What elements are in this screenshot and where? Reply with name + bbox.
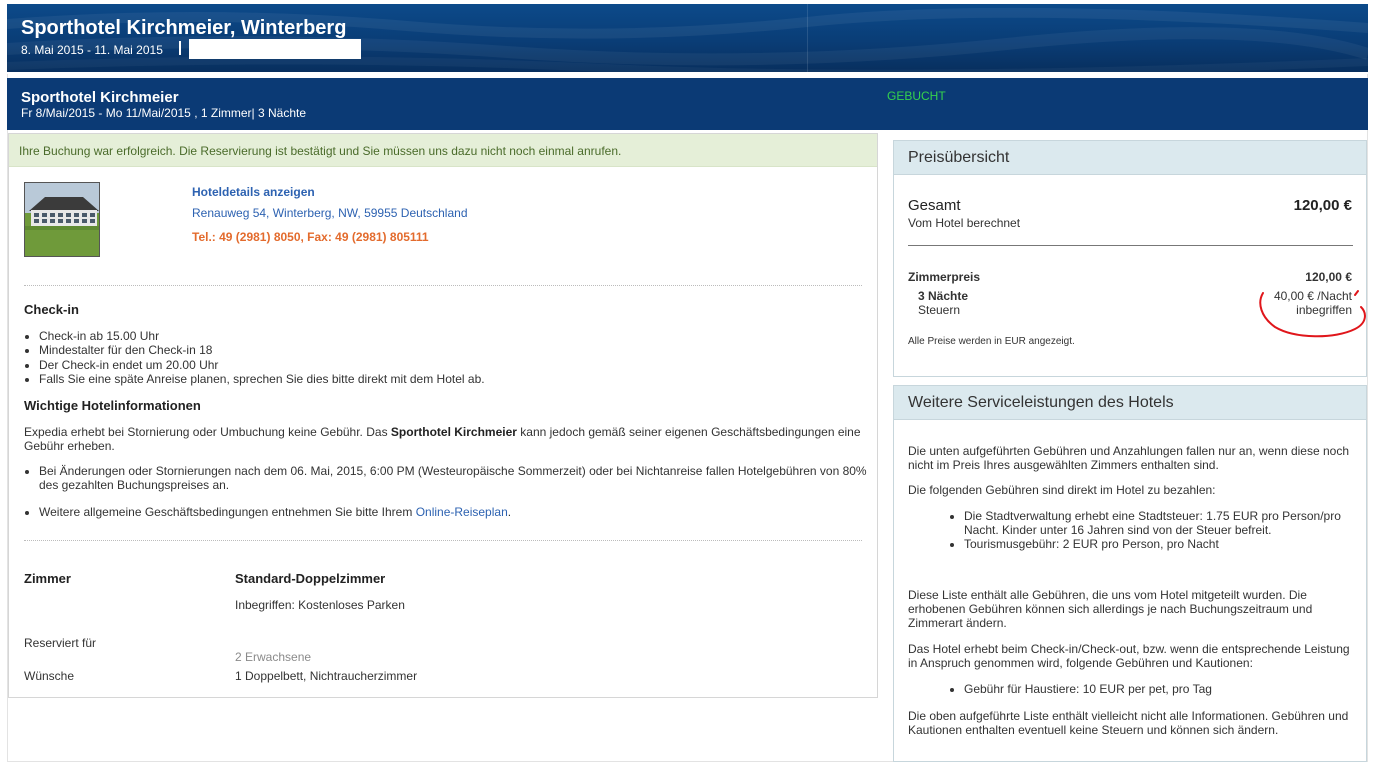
terms-period: . bbox=[507, 505, 512, 519]
hotel-photo bbox=[24, 182, 100, 257]
services-deposits-intro: Das Hotel erhebt beim Check-in/Check-out… bbox=[908, 642, 1350, 670]
reserved-for-label: Reserviert für bbox=[24, 636, 97, 650]
total-price: 120,00 € bbox=[1293, 197, 1352, 214]
checkin-list: Check-in ab 15.00 Uhr Mindestalter für d… bbox=[39, 329, 859, 386]
currency-note: Alle Preise werden in EUR angezeigt. bbox=[908, 336, 1075, 347]
divider bbox=[24, 540, 862, 541]
booking-summary: Fr 8/Mai/2015 - Mo 11/Mai/2015 , 1 Zimme… bbox=[21, 106, 307, 120]
confirmation-message: Ihre Buchung war erfolgreich. Die Reserv… bbox=[9, 134, 877, 167]
separator bbox=[179, 41, 181, 55]
services-disclaimer: Diese Liste enthält alle Gebühren, die u… bbox=[908, 588, 1313, 630]
nights-label: 3 Nächte bbox=[918, 289, 969, 303]
taxes-value: inbegriffen bbox=[1296, 303, 1352, 317]
services-pay-at-hotel: Die folgenden Gebühren sind direkt im Ho… bbox=[908, 483, 1216, 497]
room-label: Zimmer bbox=[24, 571, 71, 586]
policy-intro: Expedia erhebt bei Stornierung oder Umbu… bbox=[24, 425, 864, 453]
list-item: Tourismusgebühr: 2 EUR pro Person, pro N… bbox=[964, 537, 1354, 551]
hotel-address: Renauweg 54, Winterberg, NW, 59955 Deuts… bbox=[192, 206, 468, 220]
policy-list-2: Weitere allgemeine Geschäftsbedingungen … bbox=[39, 505, 869, 519]
policy-intro-text: Expedia erhebt bei Stornierung oder Umbu… bbox=[24, 425, 391, 439]
redacted-field bbox=[189, 39, 361, 59]
policy-list: Bei Änderungen oder Stornierungen nach d… bbox=[39, 464, 869, 493]
hotel-details-link[interactable]: Hoteldetails anzeigen bbox=[192, 185, 315, 199]
fees-list: Die Stadtverwaltung erhebt eine Stadtste… bbox=[964, 509, 1354, 551]
list-item: Bei Änderungen oder Stornierungen nach d… bbox=[39, 464, 869, 493]
list-item: Der Check-in endet um 20.00 Uhr bbox=[39, 358, 859, 372]
services-card: Weitere Serviceleistungen des Hotels Die… bbox=[893, 385, 1367, 762]
list-item: Check-in ab 15.00 Uhr bbox=[39, 329, 859, 343]
room-included: Inbegriffen: Kostenloses Parken bbox=[235, 598, 405, 612]
hotel-info-heading: Wichtige Hotelinformationen bbox=[24, 398, 201, 413]
booking-details-panel: Ihre Buchung war erfolgreich. Die Reserv… bbox=[8, 133, 878, 698]
services-footnote: Die oben aufgeführte Liste enthält viell… bbox=[908, 709, 1349, 737]
price-overview-heading: Preisübersicht bbox=[894, 141, 1366, 175]
per-night-price: 40,00 € /Nacht bbox=[1273, 289, 1352, 303]
services-intro: Die unten aufgeführten Gebühren und Anza… bbox=[908, 444, 1349, 472]
total-label: Gesamt bbox=[908, 197, 961, 214]
divider bbox=[24, 285, 862, 286]
charged-by: Vom Hotel berechnet bbox=[908, 216, 1021, 230]
price-overview-card: Preisübersicht Gesamt 120,00 € Vom Hotel… bbox=[893, 140, 1367, 377]
services-heading: Weitere Serviceleistungen des Hotels bbox=[894, 386, 1366, 420]
online-itinerary-link[interactable]: Online-Reiseplan bbox=[416, 505, 508, 519]
checkin-heading: Check-in bbox=[24, 302, 79, 317]
booking-hotel-name: Sporthotel Kirchmeier bbox=[21, 89, 179, 106]
stay-dates: 8. Mai 2015 - 11. Mai 2015 bbox=[21, 43, 163, 57]
taxes-label: Steuern bbox=[918, 303, 961, 317]
wishes-value: 1 Doppelbett, Nichtraucherzimmer bbox=[235, 669, 418, 683]
booking-status-badge: GEBUCHT bbox=[887, 89, 946, 103]
guest-count: 2 Erwachsene bbox=[235, 650, 312, 664]
list-item: Die Stadtverwaltung erhebt eine Stadtste… bbox=[964, 509, 1354, 537]
divider bbox=[908, 245, 1353, 246]
banner-divider bbox=[807, 4, 808, 72]
top-banner: Sporthotel Kirchmeier, Winterberg 8. Mai… bbox=[7, 4, 1368, 72]
room-type: Standard-Doppelzimmer bbox=[235, 571, 386, 586]
list-item: Mindestalter für den Check-in 18 bbox=[39, 343, 859, 357]
list-item: Falls Sie eine späte Anreise planen, spr… bbox=[39, 372, 859, 386]
hotel-phone: Tel.: 49 (2981) 8050, Fax: 49 (2981) 805… bbox=[192, 230, 429, 244]
terms-text: Weitere allgemeine Geschäftsbedingungen … bbox=[39, 505, 416, 519]
policy-hotel-name: Sporthotel Kirchmeier bbox=[390, 425, 517, 439]
booking-header: Sporthotel Kirchmeier Fr 8/Mai/2015 - Mo… bbox=[7, 78, 1368, 130]
room-price-value: 120,00 € bbox=[1305, 270, 1352, 284]
list-item: Gebühr für Haustiere: 10 EUR per pet, pr… bbox=[964, 682, 1364, 696]
hotel-title: Sporthotel Kirchmeier, Winterberg bbox=[21, 17, 347, 39]
list-item: Weitere allgemeine Geschäftsbedingungen … bbox=[39, 505, 869, 519]
room-price-label: Zimmerpreis bbox=[908, 270, 981, 284]
wishes-label: Wünsche bbox=[24, 669, 75, 683]
deposits-list: Gebühr für Haustiere: 10 EUR per pet, pr… bbox=[964, 682, 1364, 696]
